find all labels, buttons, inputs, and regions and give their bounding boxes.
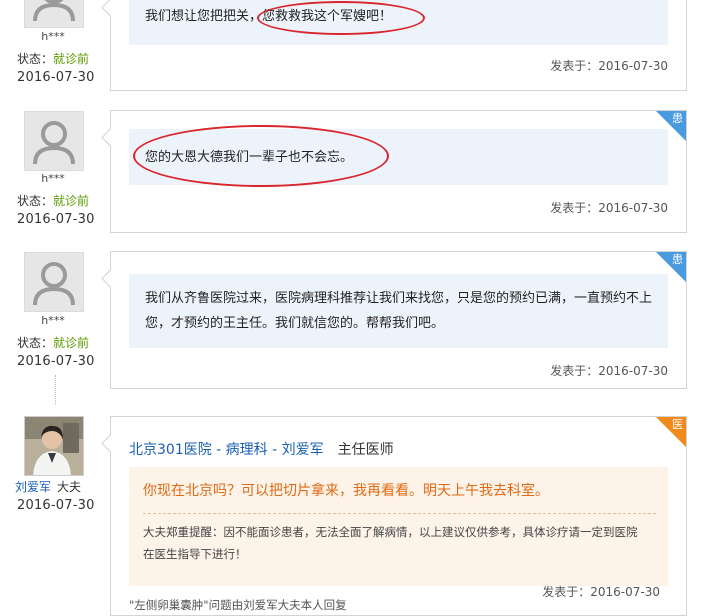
posted-date: 发表于：2016-07-30 xyxy=(550,364,668,378)
patient-avatar-icon xyxy=(24,0,84,28)
doctor-header: 北京301医院 - 病理科 - 刘爱军 主任医师 xyxy=(129,439,394,459)
patient-avatar-icon xyxy=(24,252,84,312)
status-label: 状态： xyxy=(17,194,54,208)
doctor-badge-label: 医 xyxy=(672,418,683,431)
status-value: 就诊前 xyxy=(53,336,90,350)
doctor-name-link[interactable]: 刘爱军 xyxy=(15,480,51,494)
patient-badge-label: 患 xyxy=(672,253,683,266)
patient-username: h*** xyxy=(41,314,65,327)
doctor-reply-text: 你现在北京吗？可以把切片拿来，我再看看。明天上午我去科室。 xyxy=(143,483,549,499)
doctor-profile-link[interactable]: 北京301医院 - 病理科 - 刘爱军 xyxy=(129,442,324,458)
doctor-reply-box: 你现在北京吗？可以把切片拿来，我再看看。明天上午我去科室。 大夫郑重提醒：因不能… xyxy=(129,467,668,586)
posted-date: 发表于：2016-07-30 xyxy=(550,59,668,73)
patient-username: h*** xyxy=(41,172,65,185)
highlight-ellipse xyxy=(257,1,425,35)
doctor-role: 大夫 xyxy=(57,480,82,494)
posted-date: 发表于：2016-07-30 xyxy=(550,201,668,215)
reply-attribution: "左侧卵巢囊肿"问题由刘爱军大夫本人回复 xyxy=(129,598,347,612)
message-bubble: 我们从齐鲁医院过来，医院病理科推荐让我们来找您，只是您的预约已满，一直预约不上您… xyxy=(129,274,668,348)
patient-status: 状态：就诊前 xyxy=(17,334,89,351)
doctor-name: 刘爱军 大夫 xyxy=(15,478,81,495)
posted-date: 发表于：2016-07-30 xyxy=(542,585,660,599)
patient-username: h*** xyxy=(41,30,65,43)
disclaimer-note: 大夫郑重提醒：因不能面诊患者，无法全面了解病情，以上建议仅供参考，具体诊疗请一定… xyxy=(143,525,638,561)
status-label: 状态： xyxy=(17,52,54,66)
patient-status: 状态：就诊前 xyxy=(17,50,89,67)
status-value: 就诊前 xyxy=(53,194,90,208)
doctor-avatar[interactable] xyxy=(24,416,84,476)
entry-date: 2016-07-30 xyxy=(17,498,95,513)
patient-avatar-icon xyxy=(24,111,84,171)
card-pointer xyxy=(101,434,120,453)
message-card: 患 我们从齐鲁医院过来，医院病理科推荐让我们来找您，只是您的预约已满，一直预约不… xyxy=(101,251,687,389)
timeline-connector xyxy=(55,375,56,405)
reply-divider xyxy=(143,513,656,514)
doctor-title: 主任医师 xyxy=(337,442,394,458)
message-text: 我们从齐鲁医院过来，医院病理科推荐让我们来找您，只是您的预约已满，一直预约不上您… xyxy=(145,291,653,331)
patient-status: 状态：就诊前 xyxy=(17,192,89,209)
patient-badge-label: 患 xyxy=(672,112,683,125)
entry-date: 2016-07-30 xyxy=(17,354,95,369)
entry-date: 2016-07-30 xyxy=(17,70,95,85)
card-pointer xyxy=(101,269,120,288)
card-pointer xyxy=(101,128,120,147)
status-value: 就诊前 xyxy=(53,52,90,66)
status-label: 状态： xyxy=(17,336,54,350)
card-pointer xyxy=(101,0,120,17)
doctor-reply-card: 医 北京301医院 - 病理科 - 刘爱军 主任医师 你现在北京吗？可以把切片拿来… xyxy=(101,416,687,616)
highlight-ellipse xyxy=(133,125,389,187)
entry-date: 2016-07-30 xyxy=(17,212,95,227)
